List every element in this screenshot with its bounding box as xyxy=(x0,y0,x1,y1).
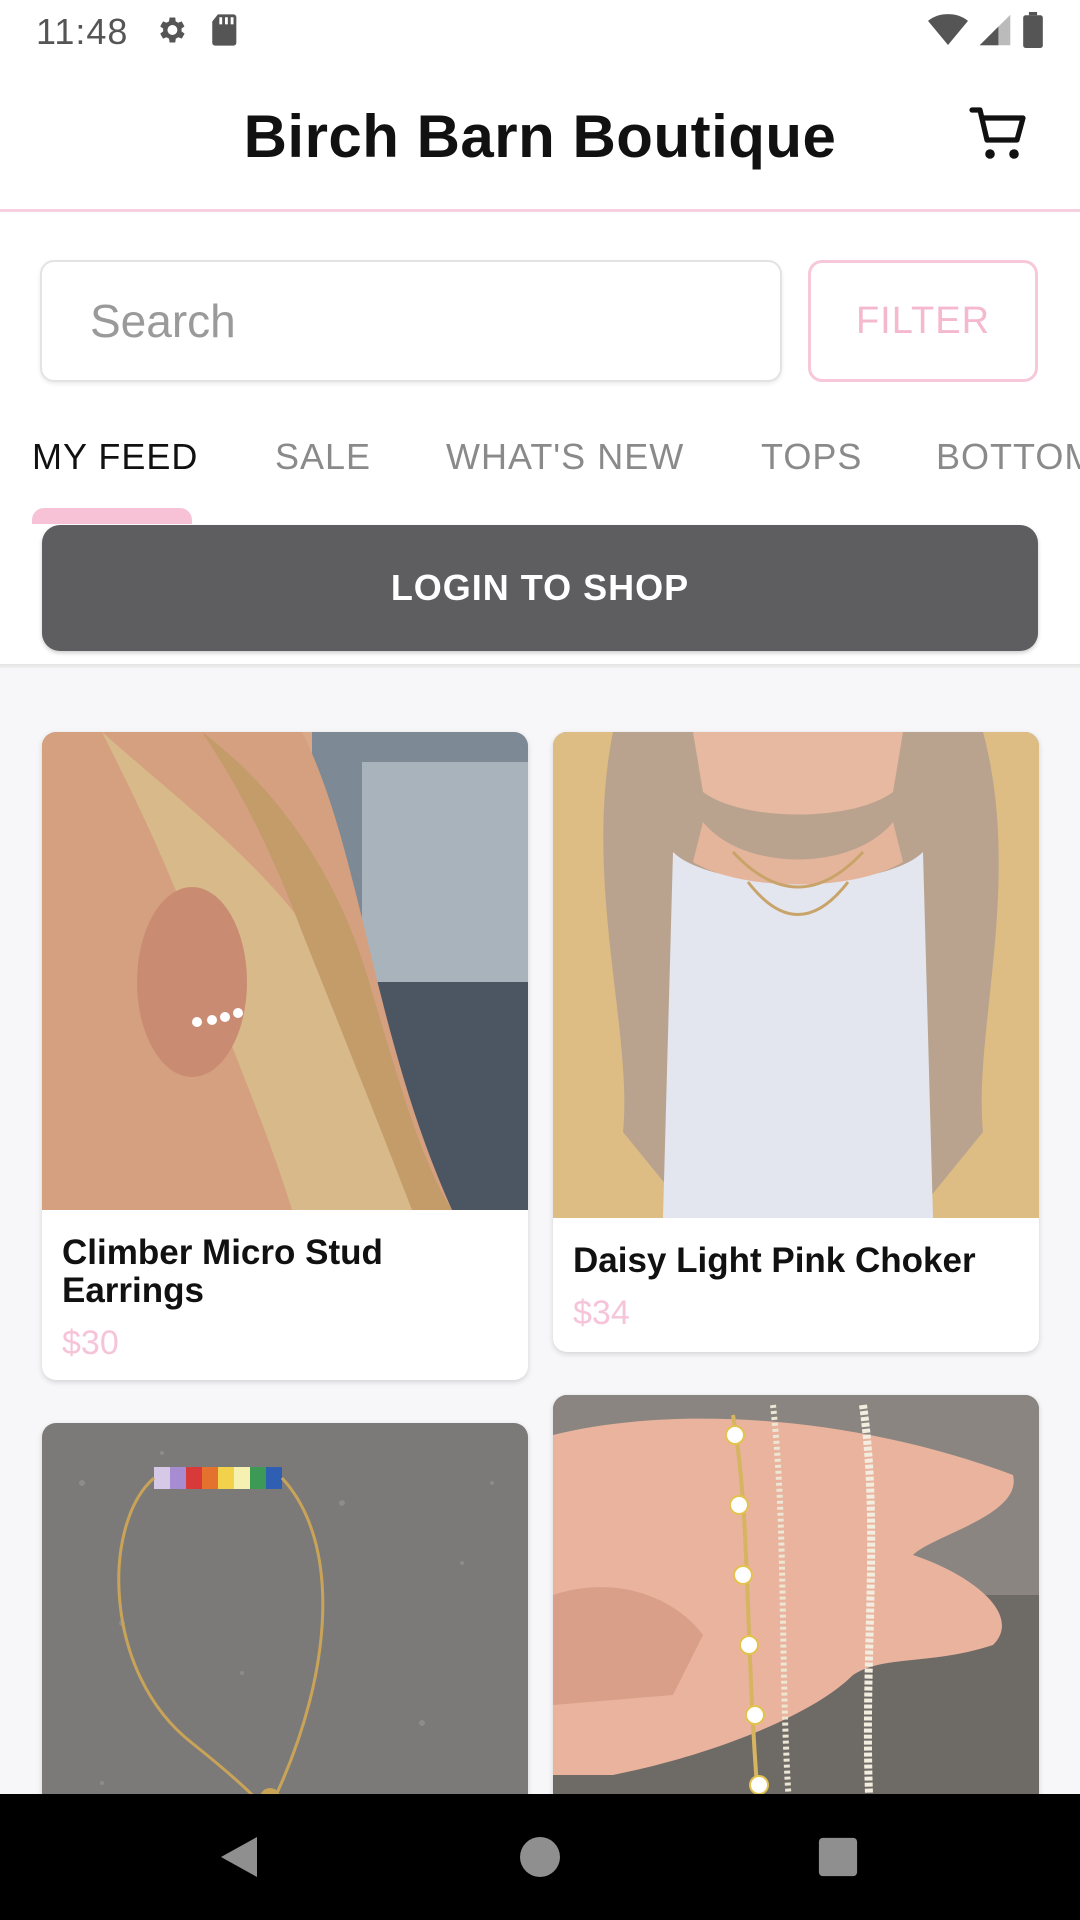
tab-whats-new[interactable]: WHAT'S NEW xyxy=(446,436,684,478)
product-name: Climber Micro Stud Earrings xyxy=(62,1233,383,1310)
product-price: $34 xyxy=(573,1294,630,1332)
signal-icon xyxy=(978,13,1012,52)
search-input[interactable] xyxy=(40,260,782,382)
tab-tops[interactable]: TOPS xyxy=(761,436,862,478)
product-price: $30 xyxy=(62,1324,119,1362)
recents-icon[interactable] xyxy=(813,1832,863,1882)
product-card[interactable]: Climber Micro Stud Earrings $30 xyxy=(42,732,528,1380)
home-icon[interactable] xyxy=(515,1832,565,1882)
daisy-necklaces-in-hand-photo xyxy=(553,1395,1039,1794)
cart-icon xyxy=(968,102,1032,171)
tab-sale[interactable]: SALE xyxy=(275,436,371,478)
product-card[interactable] xyxy=(553,1395,1039,1794)
product-card[interactable]: Daisy Light Pink Choker $34 xyxy=(553,732,1039,1352)
earring-on-ear-photo xyxy=(42,732,528,1210)
product-card[interactable] xyxy=(42,1423,528,1794)
status-time: 11:48 xyxy=(36,11,129,52)
status-right-icons xyxy=(928,11,1044,53)
status-left-icons xyxy=(154,13,240,52)
status-bar: 11:48 xyxy=(0,0,1080,64)
app-header: Birch Barn Boutique xyxy=(0,64,1080,212)
sd-card-icon xyxy=(210,13,240,52)
necklace-on-model-photo xyxy=(553,732,1039,1218)
category-tabs: MY FEED SALE WHAT'S NEW TOPS BOTTOMS xyxy=(0,420,1080,524)
product-name: Daisy Light Pink Choker xyxy=(573,1241,976,1280)
gear-icon xyxy=(154,13,188,52)
back-icon[interactable] xyxy=(214,1832,264,1882)
app-title: Birch Barn Boutique xyxy=(243,103,837,170)
product-grid: Climber Micro Stud Earrings $30 Daisy Li… xyxy=(0,668,1080,1794)
search-row: FILTER xyxy=(40,260,1038,382)
cart-button[interactable] xyxy=(968,104,1032,168)
system-nav-bar xyxy=(0,1794,1080,1920)
login-to-shop-button[interactable]: LOGIN TO SHOP xyxy=(42,525,1038,651)
filter-button[interactable]: FILTER xyxy=(808,260,1038,382)
battery-icon xyxy=(1022,11,1044,53)
rainbow-bracelet-photo xyxy=(42,1423,528,1794)
active-tab-indicator xyxy=(32,508,192,524)
tab-my-feed[interactable]: MY FEED xyxy=(32,436,198,478)
wifi-icon xyxy=(928,13,968,52)
tab-bottoms[interactable]: BOTTOMS xyxy=(936,436,1080,478)
